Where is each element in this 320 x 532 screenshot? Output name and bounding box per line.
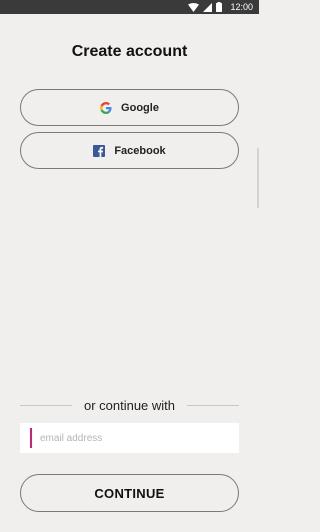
divider-line-right: [187, 404, 239, 406]
google-signin-button[interactable]: Google: [20, 89, 239, 126]
divider: or continue with: [20, 396, 239, 414]
email-field-container[interactable]: [20, 423, 239, 453]
facebook-signin-button[interactable]: Facebook: [20, 132, 239, 169]
divider-text: or continue with: [83, 397, 176, 413]
signal-icon: [203, 2, 213, 12]
google-button-label: Google: [121, 101, 159, 114]
edge-panel-handle[interactable]: [257, 148, 259, 208]
battery-icon: [216, 2, 223, 12]
wifi-icon: [188, 2, 200, 12]
email-field[interactable]: [40, 432, 230, 444]
status-time: 12:00: [230, 2, 253, 12]
google-icon: [100, 101, 112, 114]
status-bar: 12:00: [0, 0, 259, 14]
divider-line-left: [20, 404, 72, 406]
facebook-button-label: Facebook: [114, 144, 166, 157]
page-title: Create account: [71, 43, 188, 60]
continue-button[interactable]: CONTINUE: [20, 474, 239, 512]
text-caret: [30, 428, 32, 448]
facebook-icon: [93, 144, 106, 157]
